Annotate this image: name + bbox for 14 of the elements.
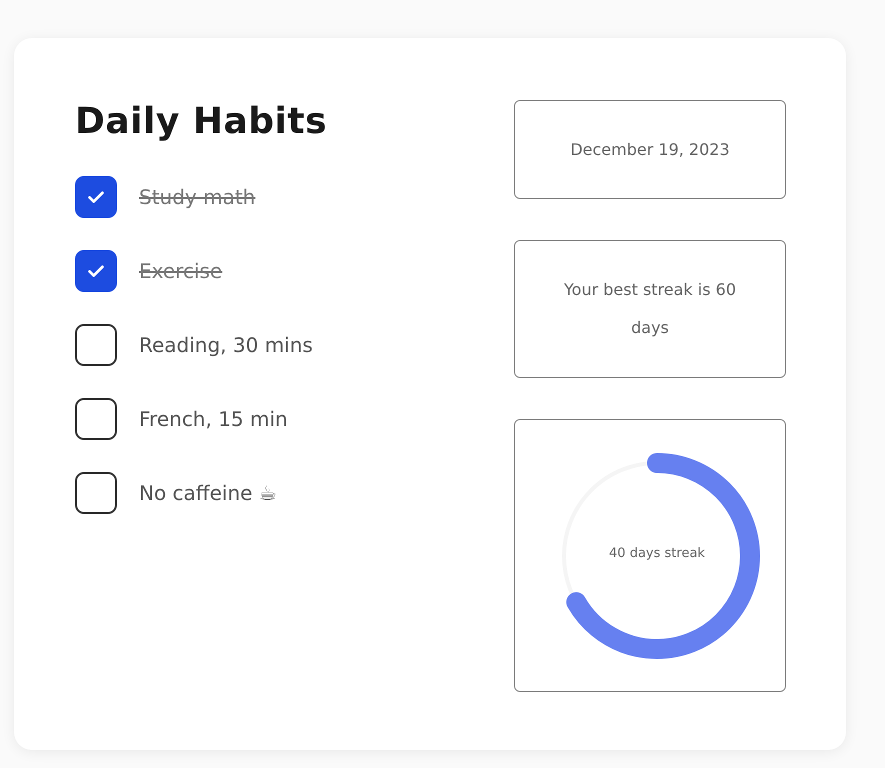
habit-label: No caffeine ☕ bbox=[139, 481, 277, 505]
habit-checkbox[interactable] bbox=[75, 398, 117, 440]
habit-label: Reading, 30 mins bbox=[139, 333, 313, 357]
habit-checkbox[interactable] bbox=[75, 324, 117, 366]
habit-checkbox[interactable] bbox=[75, 472, 117, 514]
habit-label: French, 15 min bbox=[139, 407, 288, 431]
streak-label: 40 days streak bbox=[608, 546, 706, 560]
habit-checkbox[interactable] bbox=[75, 250, 117, 292]
best-streak-text: Your best streak is 60 days bbox=[563, 279, 737, 339]
date-text: December 19, 2023 bbox=[570, 138, 730, 160]
habit-label: Exercise bbox=[139, 259, 222, 283]
habit-label: Study math bbox=[139, 185, 256, 209]
habit-checkbox[interactable] bbox=[75, 176, 117, 218]
card-title: Daily Habits bbox=[75, 100, 328, 144]
